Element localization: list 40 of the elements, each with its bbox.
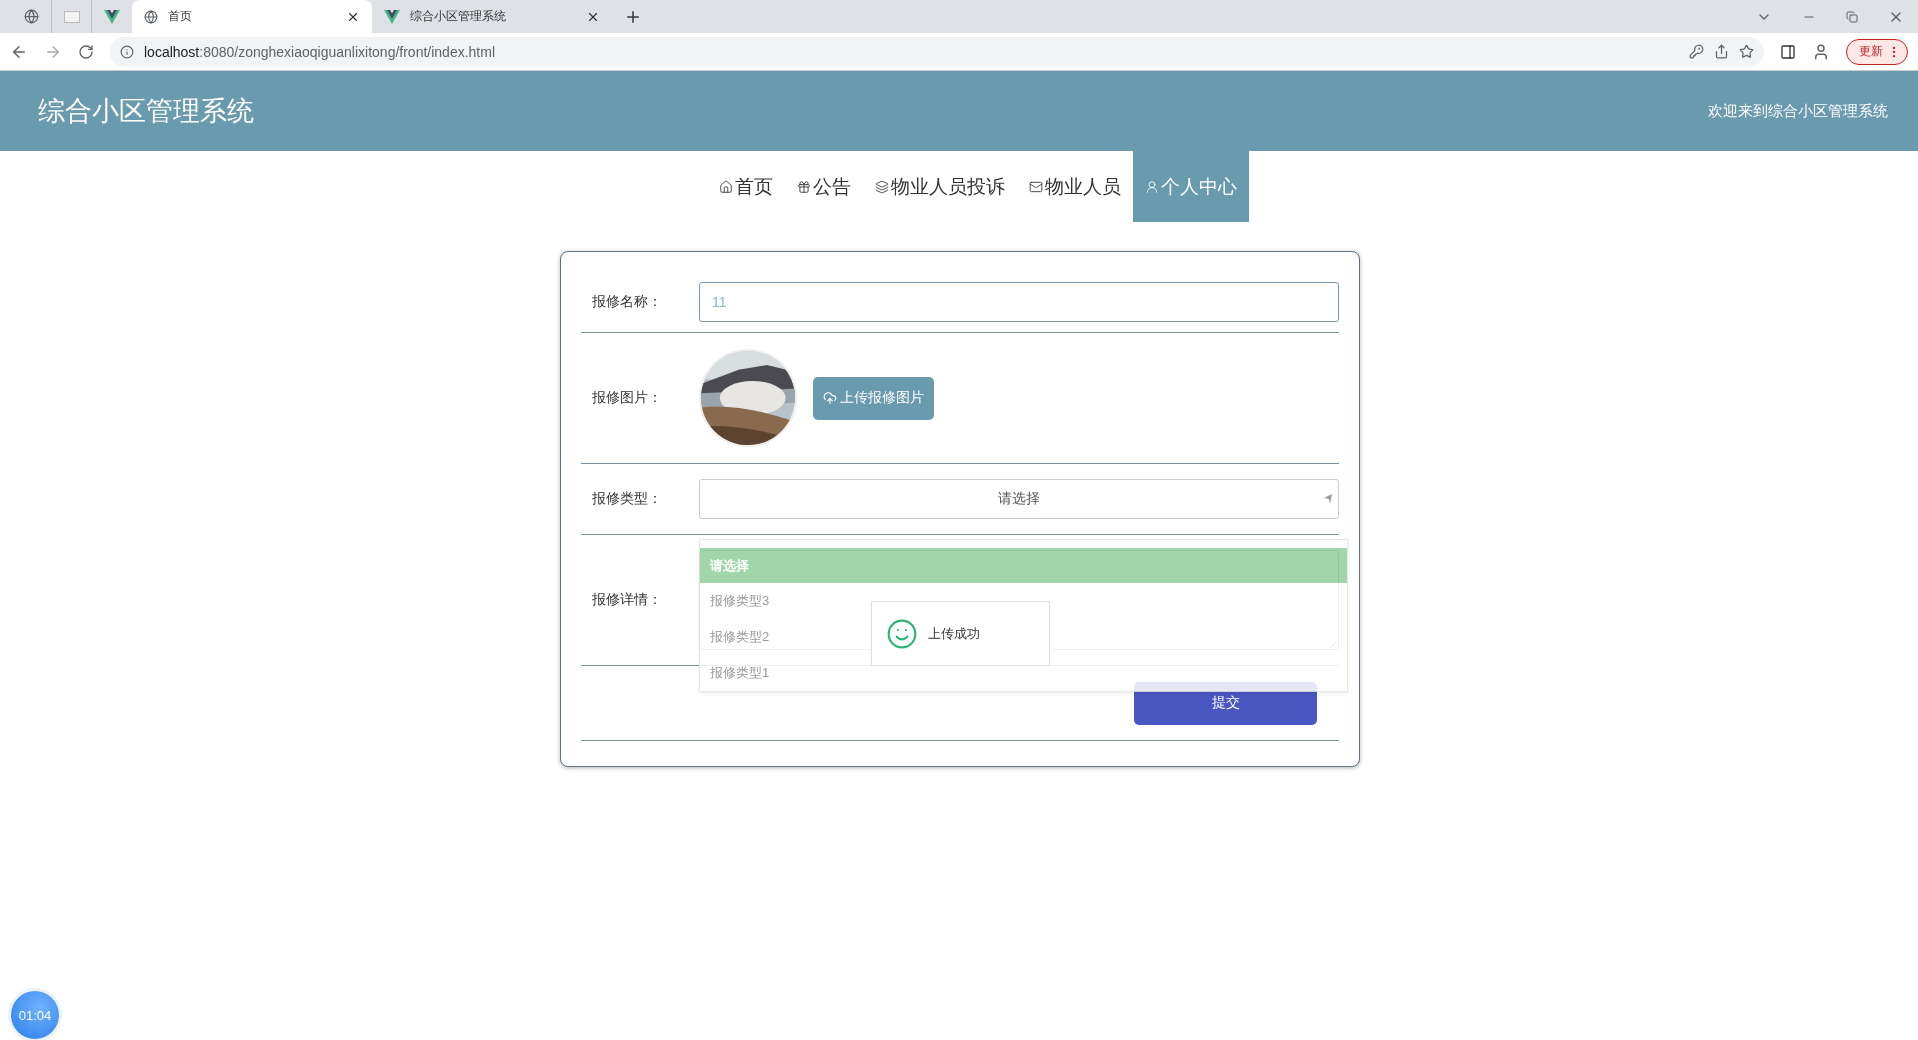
side-panel-icon[interactable] [1780, 43, 1796, 60]
cloud-upload-icon [823, 391, 837, 405]
globe-icon [144, 9, 158, 24]
url-text: localhost:8080/zonghexiaoqiguanlixitong/front/index.html [144, 43, 496, 60]
smile-icon [886, 617, 918, 650]
share-icon[interactable] [1714, 44, 1729, 59]
field-label: 报修图片： [591, 389, 663, 407]
field-label: 报修名称： [591, 293, 663, 311]
nav-item[interactable]: 公告 [785, 151, 863, 222]
user-icon [1145, 179, 1159, 194]
profile-icon[interactable] [1812, 42, 1830, 61]
nav-item[interactable]: 物业人员 [1017, 151, 1133, 222]
reload-icon[interactable] [78, 43, 94, 60]
toast-text: 上传成功 [928, 624, 980, 643]
home-icon [719, 179, 733, 194]
field-label: 报修详情： [591, 591, 663, 609]
key-icon[interactable] [1689, 44, 1704, 59]
nav-item[interactable]: 首页 [707, 151, 785, 222]
welcome-text: 欢迎来到综合小区管理系统 [1708, 101, 1888, 121]
nav-item[interactable]: 物业人员投诉 [863, 151, 1017, 222]
mail-icon [1029, 179, 1043, 194]
field-label: 报修类型： [591, 490, 663, 508]
v-logo-icon [104, 9, 120, 24]
gift-icon [797, 179, 811, 194]
tab-title: 综合小区管理系统 [410, 8, 507, 25]
update-button[interactable]: 更新 [1846, 38, 1908, 65]
stack-icon [875, 179, 889, 194]
caret-icon [1324, 494, 1332, 504]
v-logo-icon [384, 9, 400, 24]
browser-tab[interactable]: 首页 [132, 0, 372, 33]
tab-title: 首页 [168, 8, 193, 25]
restore-icon[interactable] [1846, 10, 1858, 23]
site-title: 综合小区管理系统 [38, 95, 254, 128]
address-bar[interactable]: localhost:8080/zonghexiaoqiguanlixitong/front/index.html [110, 36, 1764, 67]
browser-tab[interactable]: 综合小区管理系统 [372, 0, 612, 33]
globe-icon[interactable] [24, 9, 39, 24]
info-icon [120, 44, 134, 59]
star-icon[interactable] [1739, 44, 1754, 59]
timer-badge: 01:04 [11, 991, 59, 1039]
type-select[interactable]: 请选择 [699, 479, 1339, 519]
